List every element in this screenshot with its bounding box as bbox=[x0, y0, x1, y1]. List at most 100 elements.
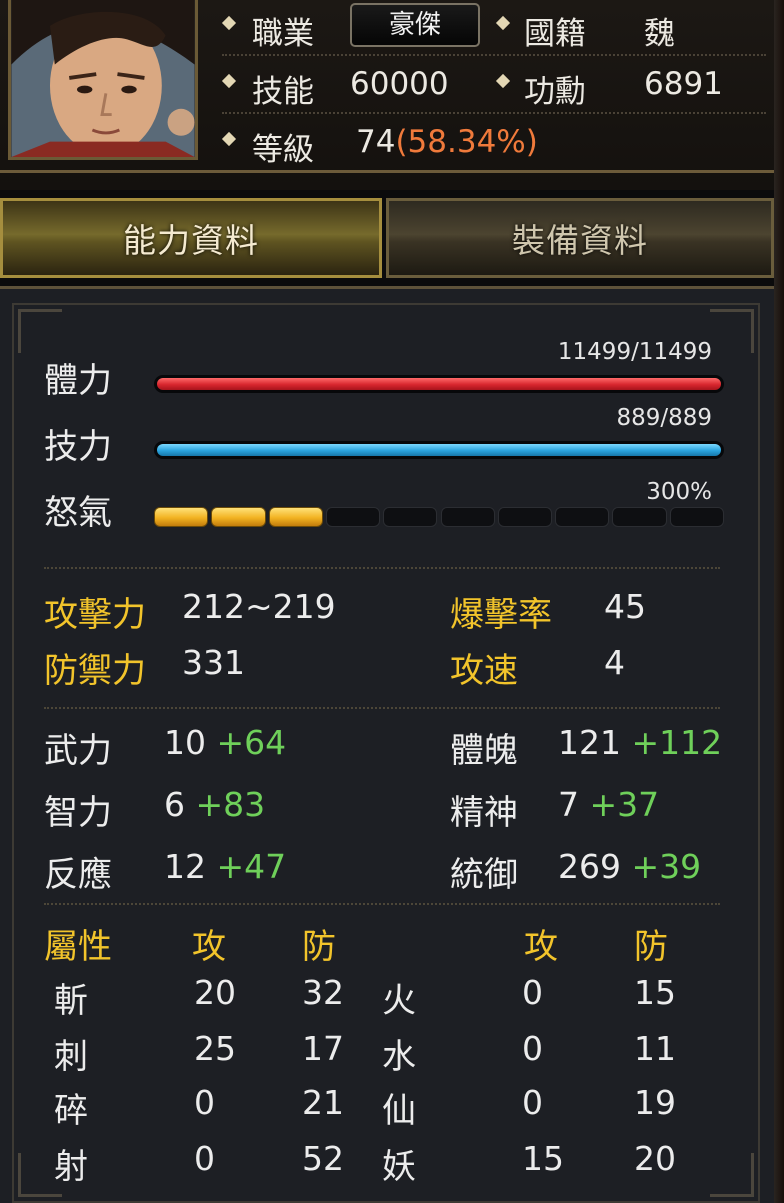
attribute-label: 統御 bbox=[450, 855, 518, 895]
header-divider bbox=[0, 170, 784, 173]
level-label: 等級 bbox=[252, 132, 314, 168]
attack-label: 攻擊力 bbox=[44, 595, 146, 635]
sp-label: 技力 bbox=[44, 427, 112, 467]
hp-bar bbox=[154, 375, 724, 393]
merit-value: 6891 bbox=[644, 66, 723, 102]
element-defense-value: 17 bbox=[302, 1029, 344, 1068]
element-attack-value: 0 bbox=[522, 973, 543, 1012]
info-row-skill-merit: 技能 60000 功勳 6891 bbox=[212, 58, 774, 114]
element-attack-value: 25 bbox=[194, 1029, 236, 1068]
attribute-label: 體魄 bbox=[450, 731, 518, 771]
element-attack-header: 攻 bbox=[192, 927, 226, 967]
nation-value: 魏 bbox=[644, 16, 675, 52]
attribute-value: 269 +39 bbox=[558, 847, 702, 886]
rage-segment-empty bbox=[612, 507, 667, 527]
attack-speed-label: 攻速 bbox=[450, 651, 518, 691]
defense-value: 331 bbox=[182, 643, 245, 682]
sp-bar-fill bbox=[157, 444, 721, 456]
element-attack-value: 15 bbox=[522, 1139, 564, 1178]
panel-tabs: 能力資料 裝備資料 bbox=[0, 198, 774, 280]
attack-value: 212~219 bbox=[182, 587, 336, 626]
diamond-bullet-icon bbox=[221, 15, 237, 31]
level-progress-percent: (58.34%) bbox=[395, 124, 538, 160]
frame-corner-ornament bbox=[18, 309, 62, 353]
hp-bar-fill bbox=[157, 378, 721, 390]
element-name: 碎 bbox=[54, 1091, 88, 1131]
crit-rate-value: 45 bbox=[604, 587, 646, 626]
attribute-label: 精神 bbox=[450, 793, 518, 833]
rage-label: 怒氣 bbox=[44, 493, 112, 533]
attribute-bonus: +37 bbox=[589, 785, 660, 824]
section-divider bbox=[44, 567, 720, 569]
section-divider bbox=[44, 903, 720, 905]
diamond-bullet-icon bbox=[495, 15, 511, 31]
hp-value: 11499/11499 bbox=[557, 339, 712, 365]
diamond-bullet-icon bbox=[495, 73, 511, 89]
character-info-panel: 職業 豪傑 國籍 魏 技能 60000 功勳 6891 等級 74(58.34%… bbox=[212, 0, 774, 172]
element-attack-value: 0 bbox=[194, 1083, 215, 1122]
ability-panel: 體力 11499/11499 技力 889/889 怒氣 300% 攻擊力 21… bbox=[0, 286, 774, 1203]
element-defense-value: 11 bbox=[634, 1029, 676, 1068]
element-table-header: 屬性 bbox=[44, 927, 112, 967]
attribute-bonus: +112 bbox=[631, 723, 723, 762]
diamond-bullet-icon bbox=[221, 73, 237, 89]
element-defense-value: 21 bbox=[302, 1083, 344, 1122]
element-defense-value: 15 bbox=[634, 973, 676, 1012]
rage-segment-empty bbox=[383, 507, 438, 527]
character-portrait-frame bbox=[8, 0, 198, 160]
attribute-value: 12 +47 bbox=[164, 847, 287, 886]
level-value: 74(58.34%) bbox=[356, 124, 538, 160]
element-defense-value: 20 bbox=[634, 1139, 676, 1178]
diamond-bullet-icon bbox=[221, 131, 237, 147]
attribute-bonus: +47 bbox=[216, 847, 287, 886]
element-name: 仙 bbox=[382, 1091, 416, 1131]
character-header: 職業 豪傑 國籍 魏 技能 60000 功勳 6891 等級 74(58.34%… bbox=[0, 0, 784, 190]
attribute-label: 智力 bbox=[44, 793, 112, 833]
level-number: 74 bbox=[356, 124, 396, 160]
info-row-job-nation: 職業 豪傑 國籍 魏 bbox=[212, 0, 774, 56]
rage-segment-empty bbox=[555, 507, 610, 527]
attribute-value: 10 +64 bbox=[164, 723, 287, 762]
element-name: 火 bbox=[382, 981, 416, 1021]
rage-segment-empty bbox=[440, 507, 495, 527]
rage-value: 300% bbox=[646, 479, 712, 505]
character-portrait bbox=[11, 0, 195, 157]
element-defense-header: 防 bbox=[634, 927, 668, 967]
frame-corner-ornament bbox=[710, 1153, 754, 1197]
job-label: 職業 bbox=[252, 16, 314, 52]
attribute-label: 反應 bbox=[44, 855, 112, 895]
tab-equipment-info[interactable]: 裝備資料 bbox=[386, 198, 774, 278]
element-name: 刺 bbox=[54, 1037, 88, 1077]
section-divider bbox=[44, 707, 720, 709]
info-row-level: 等級 74(58.34%) bbox=[212, 116, 774, 172]
window-edge bbox=[774, 0, 784, 1203]
attack-speed-value: 4 bbox=[604, 643, 625, 682]
rage-segment-filled bbox=[154, 507, 209, 527]
sp-bar bbox=[154, 441, 724, 459]
element-attack-value: 0 bbox=[194, 1139, 215, 1178]
rage-segment-empty bbox=[669, 507, 724, 527]
job-badge: 豪傑 bbox=[350, 3, 480, 47]
element-attack-value: 20 bbox=[194, 973, 236, 1012]
attribute-value: 7 +37 bbox=[558, 785, 660, 824]
element-attack-header: 攻 bbox=[524, 927, 558, 967]
hp-label: 體力 bbox=[44, 361, 112, 401]
nation-label: 國籍 bbox=[524, 16, 586, 52]
element-defense-value: 32 bbox=[302, 973, 344, 1012]
tab-ability-info[interactable]: 能力資料 bbox=[0, 198, 382, 278]
attribute-bonus: +64 bbox=[216, 723, 287, 762]
element-defense-value: 19 bbox=[634, 1083, 676, 1122]
sp-value: 889/889 bbox=[616, 405, 712, 431]
element-name: 斬 bbox=[54, 981, 88, 1021]
attribute-bonus: +39 bbox=[631, 847, 702, 886]
element-attack-value: 0 bbox=[522, 1083, 543, 1122]
rage-segment-filled bbox=[268, 507, 323, 527]
crit-rate-label: 爆擊率 bbox=[450, 595, 552, 635]
rage-gauge bbox=[154, 507, 724, 529]
attribute-bonus: +83 bbox=[195, 785, 266, 824]
element-defense-header: 防 bbox=[302, 927, 336, 967]
element-name: 射 bbox=[54, 1147, 88, 1187]
element-name: 妖 bbox=[382, 1147, 416, 1187]
skill-value: 60000 bbox=[350, 66, 449, 102]
merit-label: 功勳 bbox=[524, 74, 586, 110]
